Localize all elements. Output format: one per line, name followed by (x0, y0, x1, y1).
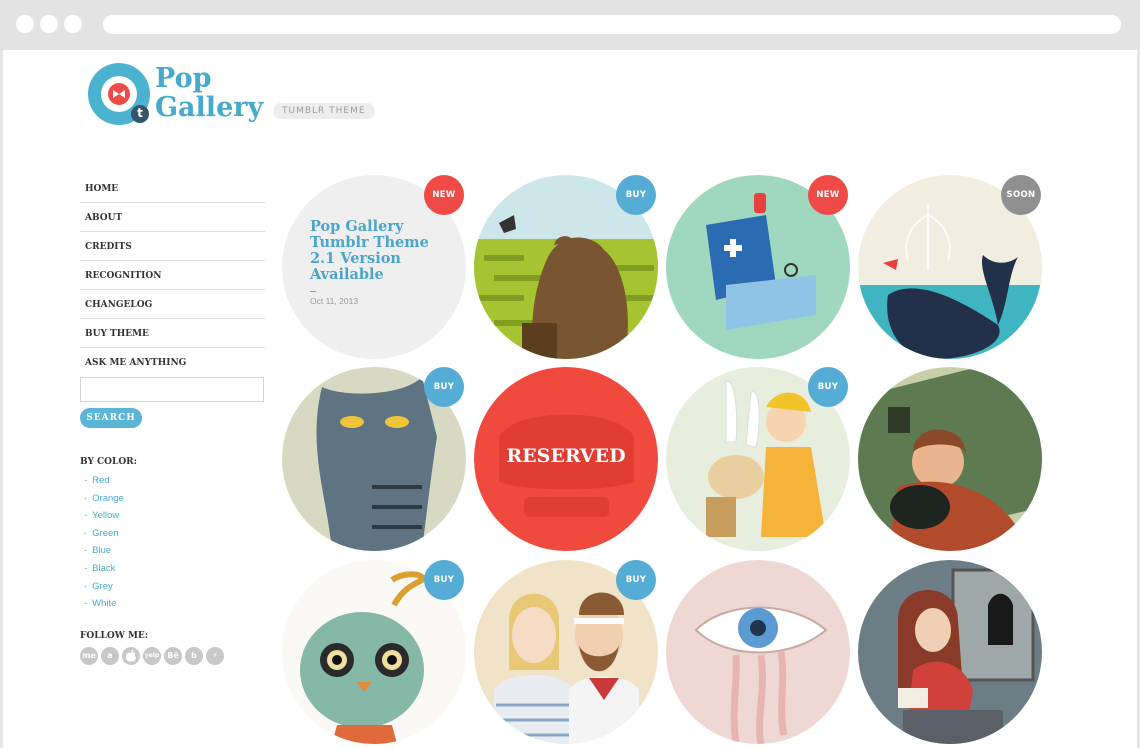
artwork-tile-reserved[interactable]: RESERVED (474, 367, 658, 551)
color-link-grey[interactable]: - Grey (84, 581, 124, 599)
artwork-tile-eye[interactable] (666, 560, 850, 744)
browser-chrome (0, 0, 1140, 50)
buy-badge[interactable]: BUY (808, 367, 848, 407)
site-title[interactable]: Pop Gallery (155, 64, 263, 122)
buy-badge[interactable]: BUY (616, 560, 656, 600)
new-badge: NEW (424, 175, 464, 215)
search-button[interactable]: SEARCH (80, 408, 142, 428)
buy-badge[interactable]: BUY (424, 367, 464, 407)
nav-changelog[interactable]: CHANGELOG (80, 290, 265, 319)
post-divider (310, 291, 316, 292)
site-title-line2: Gallery (155, 92, 264, 123)
nav-credits[interactable]: CREDITS (80, 232, 265, 261)
sidebar-nav: HOME ABOUT CREDITS RECOGNITION CHANGELOG… (80, 174, 265, 377)
window-minimize-dot[interactable] (40, 15, 58, 33)
tumblr-theme-badge: TUMBLR THEME (273, 103, 375, 119)
blogger-icon[interactable]: b (185, 647, 203, 665)
artwork-tile-boy-cat[interactable] (858, 367, 1042, 551)
apple-icon[interactable] (122, 647, 140, 665)
lightning-icon[interactable]: ⚡ (206, 647, 224, 665)
site-title-line1: Pop (155, 63, 212, 94)
nav-about[interactable]: ABOUT (80, 203, 265, 232)
tumblr-icon: t (131, 105, 149, 123)
follow-me-heading: FOLLOW ME: (80, 631, 149, 641)
by-color-heading: BY COLOR: (80, 457, 137, 467)
nav-recognition[interactable]: RECOGNITION (80, 261, 265, 290)
color-link-red[interactable]: - Red (84, 475, 124, 493)
page-viewport: t Pop Gallery TUMBLR THEME HOME ABOUT CR… (3, 50, 1137, 748)
soon-badge: SOON (1001, 175, 1041, 215)
search-input[interactable] (80, 377, 264, 402)
post-title[interactable]: Pop Gallery Tumblr Theme 2.1 Version Ava… (310, 219, 440, 283)
social-links: me a yelp Bē b ⚡ (80, 647, 224, 665)
buy-badge[interactable]: BUY (424, 560, 464, 600)
color-link-green[interactable]: - Green (84, 528, 124, 546)
new-badge: NEW (808, 175, 848, 215)
artwork-tile-reading-girl[interactable] (858, 560, 1042, 744)
color-link-blue[interactable]: - Blue (84, 545, 124, 563)
window-maximize-dot[interactable] (64, 15, 82, 33)
post-date: Oct 11, 2013 (310, 296, 359, 306)
color-link-orange[interactable]: - Orange (84, 493, 124, 511)
nav-ask-me-anything[interactable]: ASK ME ANYTHING (80, 348, 265, 377)
color-filter-list: - Red - Orange - Yellow - Green - Blue - Black… (84, 475, 124, 616)
reserved-label: RESERVED (506, 445, 626, 467)
yelp-icon[interactable]: yelp (143, 647, 161, 665)
behance-icon[interactable]: Bē (164, 647, 182, 665)
amazon-icon[interactable]: a (101, 647, 119, 665)
color-link-white[interactable]: - White (84, 598, 124, 616)
nav-buy-theme[interactable]: BUY THEME (80, 319, 265, 348)
nav-home[interactable]: HOME (80, 174, 265, 203)
color-link-yellow[interactable]: - Yellow (84, 510, 124, 528)
color-link-black[interactable]: - Black (84, 563, 124, 581)
window-close-dot[interactable] (16, 15, 34, 33)
buy-badge[interactable]: BUY (616, 175, 656, 215)
aboutme-icon[interactable]: me (80, 647, 98, 665)
address-bar[interactable] (103, 15, 1121, 34)
